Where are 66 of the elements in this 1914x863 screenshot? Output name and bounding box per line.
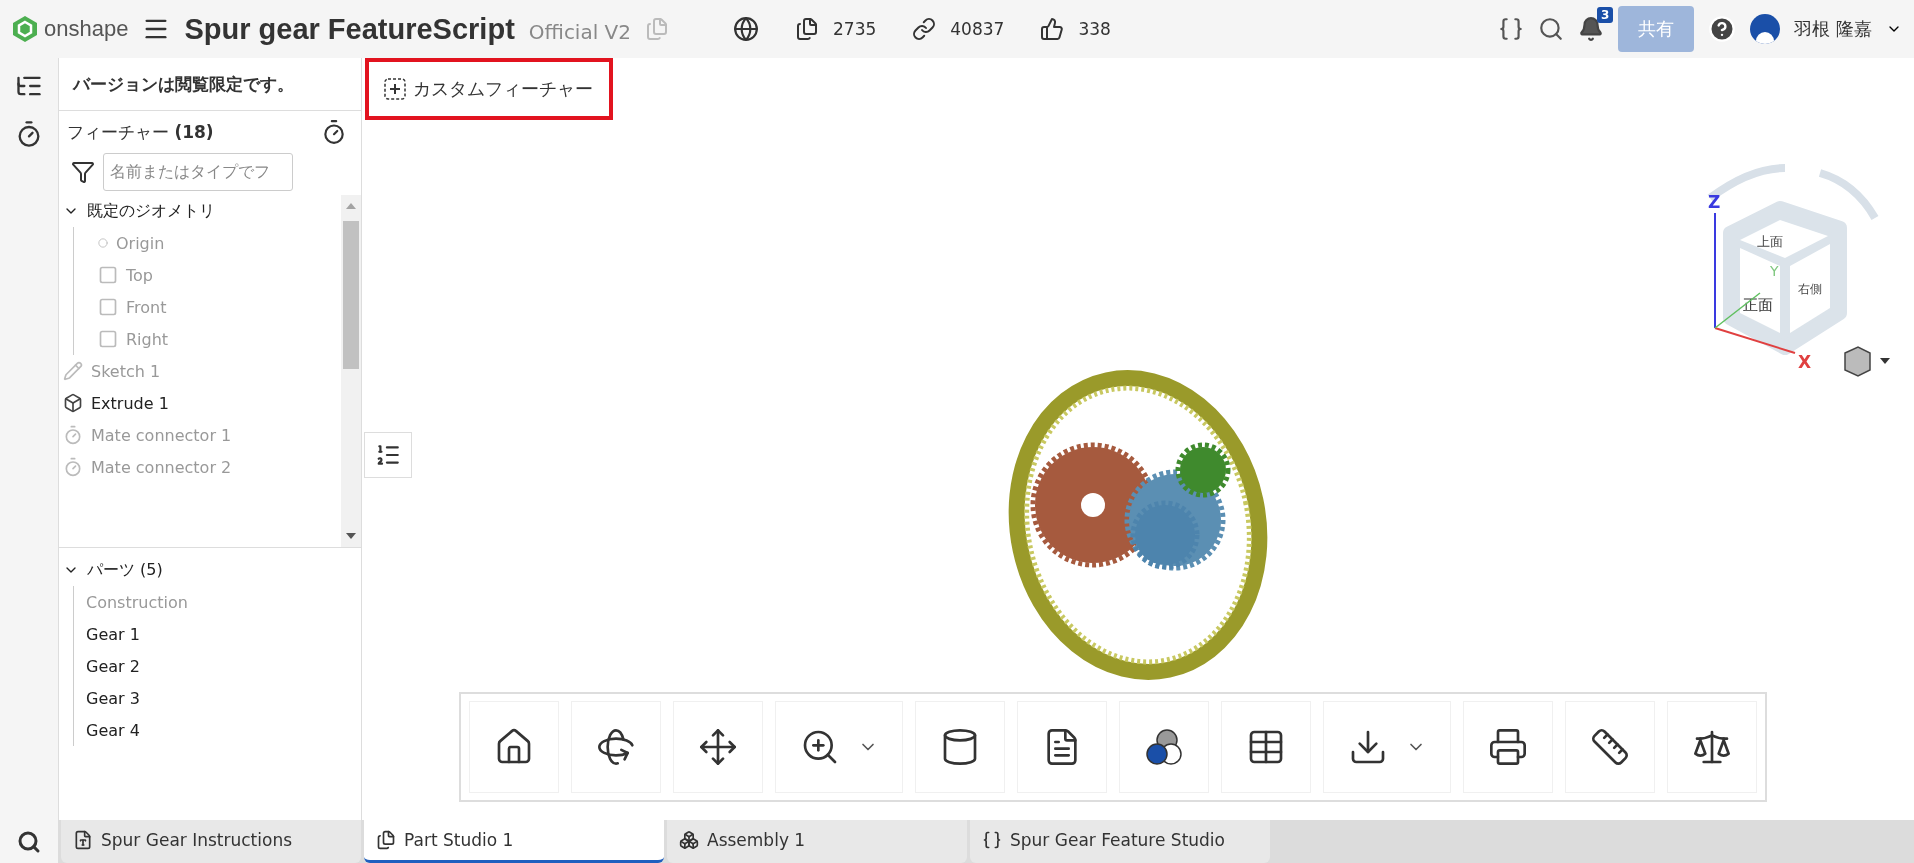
toolbar-button[interactable] bbox=[571, 701, 661, 793]
part-item[interactable]: Gear 1 bbox=[74, 618, 361, 650]
filter-input[interactable]: 名前またはタイプでフ bbox=[103, 153, 293, 191]
toolbar-button[interactable] bbox=[915, 701, 1005, 793]
toolbar-button[interactable] bbox=[1565, 701, 1655, 793]
logo-text: onshape bbox=[44, 16, 129, 42]
document-tab[interactable]: Part Studio 1 bbox=[364, 820, 664, 863]
toolbar-button[interactable] bbox=[1119, 701, 1209, 793]
panel-toggle-button[interactable] bbox=[364, 432, 412, 478]
scrollbar[interactable] bbox=[341, 195, 361, 547]
add-icon bbox=[383, 77, 407, 101]
numbered-list-icon bbox=[375, 442, 401, 468]
document-tab[interactable]: Spur Gear Instructions bbox=[61, 820, 361, 863]
stopwatch-icon[interactable] bbox=[321, 119, 347, 145]
assembly-icon bbox=[679, 830, 699, 850]
group-label: パーツ (5) bbox=[87, 559, 163, 581]
tree-group[interactable]: 既定のジオメトリ bbox=[59, 195, 341, 227]
documents-icon bbox=[795, 17, 819, 41]
version-label: Official V2 bbox=[528, 20, 631, 44]
cube-face-label: 右側 bbox=[1798, 282, 1822, 296]
cube-face-label: 上面 bbox=[1757, 234, 1783, 249]
group-label: 既定のジオメトリ bbox=[87, 200, 215, 222]
stat-count: 2735 bbox=[833, 19, 877, 39]
filter-icon[interactable] bbox=[71, 160, 95, 184]
toolbar-button[interactable] bbox=[673, 701, 763, 793]
search-icon[interactable] bbox=[17, 829, 41, 854]
read-only-notice: バージョンは閲覧限定です。 bbox=[59, 58, 361, 111]
custom-feature-button[interactable]: カスタムフィーチャー bbox=[365, 58, 613, 120]
document-tab[interactable]: Spur Gear Feature Studio bbox=[970, 820, 1270, 863]
pencil-icon bbox=[63, 361, 83, 381]
document-tab[interactable]: Assembly 1 bbox=[667, 820, 967, 863]
axis-label: Z bbox=[1708, 192, 1721, 212]
part-item[interactable]: Gear 4 bbox=[74, 714, 361, 746]
variables-icon[interactable] bbox=[1498, 16, 1525, 42]
toolbar-button[interactable] bbox=[1017, 701, 1107, 793]
rotate-icon bbox=[596, 727, 636, 767]
toolbar-button[interactable] bbox=[469, 701, 559, 793]
toolbar-button[interactable] bbox=[1667, 701, 1757, 793]
toolbar-button[interactable] bbox=[1221, 701, 1311, 793]
plane-icon bbox=[98, 329, 118, 349]
stat-count: 40837 bbox=[950, 19, 1005, 39]
part-item[interactable]: Gear 3 bbox=[74, 682, 361, 714]
search-icon[interactable] bbox=[1538, 16, 1565, 42]
tree-group[interactable]: パーツ (5) bbox=[59, 554, 361, 586]
notification-count: 3 bbox=[1596, 7, 1614, 23]
origin-icon bbox=[98, 238, 108, 248]
plane-icon bbox=[98, 265, 118, 285]
document-title: Spur gear FeatureScript bbox=[184, 12, 515, 46]
printer-icon bbox=[1488, 727, 1528, 767]
plane-icon bbox=[98, 297, 118, 317]
globe-icon bbox=[733, 16, 759, 42]
link-icon bbox=[912, 17, 937, 41]
logo-icon bbox=[12, 15, 38, 43]
user-name[interactable]: 羽根 隆嘉 bbox=[1794, 17, 1872, 41]
feature-item[interactable]: Extrude 1 bbox=[59, 387, 341, 419]
stat-count: 338 bbox=[1078, 19, 1111, 39]
axis-label: X bbox=[1798, 352, 1812, 372]
pan-icon bbox=[698, 727, 738, 767]
toolbar-button[interactable] bbox=[775, 701, 903, 793]
toolbar-button[interactable] bbox=[1463, 701, 1553, 793]
axis-label: Y bbox=[1770, 263, 1779, 279]
user-avatar[interactable] bbox=[1750, 14, 1781, 44]
thumbs-up-icon bbox=[1040, 17, 1065, 41]
features-title: フィーチャー (18) bbox=[67, 120, 214, 144]
help-icon[interactable] bbox=[1708, 15, 1737, 43]
part-item[interactable]: Gear 2 bbox=[74, 650, 361, 682]
